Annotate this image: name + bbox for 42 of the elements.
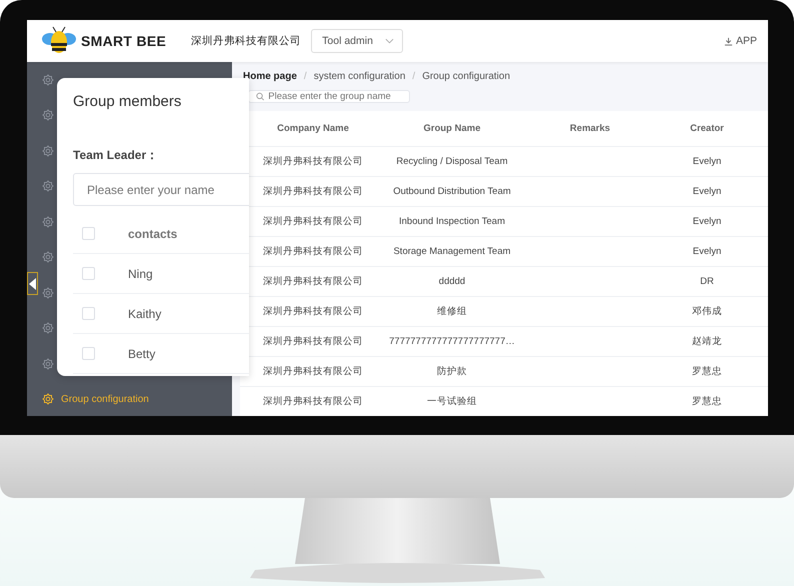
member-name: Kaithy	[128, 306, 162, 320]
table-cell: 深圳丹弗科技有限公司	[263, 305, 363, 318]
logo-text: SMART BEE	[81, 33, 166, 49]
table-cell: 深圳丹弗科技有限公司	[263, 245, 363, 258]
table-cell: 防护款	[437, 365, 467, 378]
breadcrumb-separator: /	[304, 71, 307, 82]
company-name: 深圳丹弗科技有限公司	[191, 34, 302, 48]
breadcrumb-separator: /	[412, 71, 416, 82]
column-header: Creator	[690, 123, 724, 134]
column-header: Group Name	[423, 123, 480, 134]
field-label: Team Leader：	[73, 147, 160, 164]
table-cell: 一号试验组	[427, 395, 477, 408]
dialog-title: Group members	[73, 93, 182, 110]
table-cell: Evelyn	[692, 156, 722, 167]
table-cell: Evelyn	[692, 186, 722, 197]
table-cell: 赵靖龙	[692, 335, 722, 348]
table-cell: 深圳丹弗科技有限公司	[263, 275, 363, 288]
table-cell: DR	[700, 276, 714, 287]
table-cell: 深圳丹弗科技有限公司	[263, 395, 363, 408]
table-cell: 深圳丹弗科技有限公司	[263, 335, 363, 348]
column-header: contacts	[128, 226, 178, 240]
table-cell: ddddd	[438, 276, 466, 287]
column-header: Company Name	[277, 123, 349, 134]
table-cell: 深圳丹弗科技有限公司	[263, 365, 363, 378]
column-header: Remarks	[570, 123, 610, 134]
table-cell: Outbound Distribution Team	[393, 186, 511, 197]
table-cell: 深圳丹弗科技有限公司	[263, 185, 363, 198]
table-cell: 罗慧忠	[692, 395, 722, 408]
table-cell: 7777777777777777777777…	[389, 336, 515, 347]
table-cell: 深圳丹弗科技有限公司	[263, 215, 363, 228]
sidebar-label: Group configuration	[61, 394, 149, 405]
table-cell: 罗慧忠	[692, 365, 722, 378]
table-cell: 维修组	[437, 305, 467, 318]
table-cell: Recycling / Disposal Team	[396, 156, 508, 167]
table-cell: Storage Management Team	[393, 246, 511, 257]
table-cell: Inbound Inspection Team	[399, 216, 505, 227]
member-name: Ning	[128, 266, 153, 280]
table-cell: Evelyn	[692, 246, 722, 257]
member-name: Betty	[128, 346, 156, 360]
table-cell: 深圳丹弗科技有限公司	[263, 155, 363, 168]
table-cell: 邓伟成	[692, 305, 722, 318]
table-cell: Evelyn	[692, 216, 722, 227]
